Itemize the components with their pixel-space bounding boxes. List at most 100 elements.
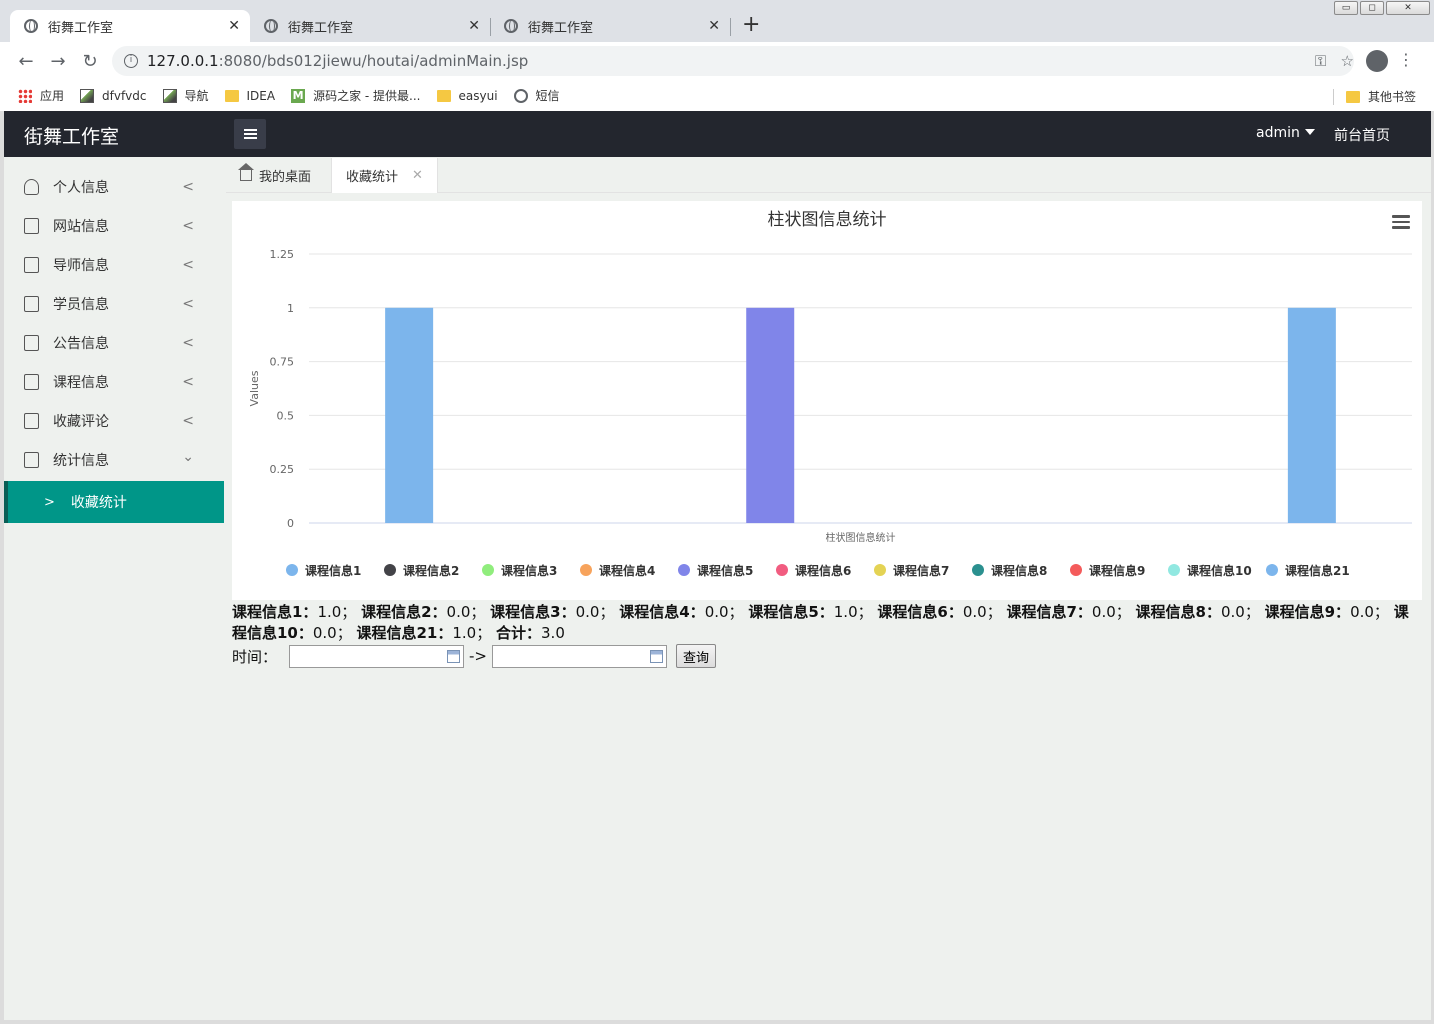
more-menu-icon[interactable]: ⋮ [1398, 50, 1414, 69]
legend-entry: 课程信息9 [1089, 563, 1145, 578]
sidebar-item-label: 学员信息 [53, 296, 109, 313]
minimize-button[interactable]: ▭ [1334, 1, 1358, 15]
document-icon [24, 256, 39, 273]
y-tick-label: 1.25 [270, 248, 295, 261]
info-icon[interactable]: i [124, 54, 138, 68]
bookmark-item[interactable]: 短信 [513, 87, 560, 104]
sidebar-item[interactable]: 学员信息 < [4, 284, 224, 323]
start-date-input[interactable] [289, 644, 465, 668]
bookmark-item[interactable]: easyui [436, 88, 498, 103]
bookmark-item[interactable]: dfvfvdc [80, 88, 147, 103]
y-axis-label: Values [248, 370, 261, 406]
menu-toggle-button[interactable] [234, 119, 266, 149]
bar-chart: 柱状图信息统计 0 0.25 0.5 0.75 1 1.25 Values 柱状图信息统计课程信… [248, 210, 1412, 578]
bookmark-item[interactable]: 应用 [18, 87, 64, 104]
legend-entry: 课程信息1 [305, 563, 361, 578]
range-separator: -> [469, 647, 487, 665]
user-menu[interactable]: admin [1256, 125, 1315, 141]
sidebar-item-label: 统计信息 [53, 452, 109, 469]
apps-icon [18, 88, 32, 103]
caret-down-icon [1304, 129, 1315, 135]
new-tab-icon[interactable]: + [742, 12, 760, 37]
bookmark-item[interactable]: IDEA [224, 89, 275, 103]
legend-marker [776, 564, 788, 576]
tab-separator [730, 18, 731, 36]
end-date-input[interactable] [492, 644, 667, 668]
chevron-down-icon: ⌄ [182, 449, 194, 465]
sidebar-item[interactable]: 课程信息 < [4, 362, 224, 401]
sidebar-subitem-active[interactable]: > 收藏统计 [4, 481, 224, 523]
sidebar-item[interactable]: 个人信息 < [4, 167, 224, 206]
summary-value: 1.0； [833, 603, 878, 621]
divider [1332, 88, 1334, 105]
sidebar-item[interactable]: 网站信息 < [4, 206, 224, 245]
sidebar-item[interactable]: 收藏评论 < [4, 401, 224, 440]
document-icon [24, 451, 39, 468]
front-page-link[interactable]: 前台首页 [1334, 125, 1390, 145]
legend-entry: 课程信息6 [795, 563, 851, 578]
legend-entry: 课程信息8 [991, 563, 1047, 578]
chevron-left-icon: < [182, 374, 194, 390]
legend-entry: 课程信息7 [893, 563, 949, 578]
key-star-icons[interactable]: ⚿ ☆ [1315, 52, 1354, 70]
browser-tab[interactable]: 街舞工作室 ✕ [10, 10, 250, 42]
close-tab-icon[interactable]: ✕ [228, 18, 240, 34]
other-bookmarks-label: 其他书签 [1367, 90, 1416, 104]
tab-title: 街舞工作室 [48, 20, 114, 36]
query-button[interactable]: 查询 [676, 644, 717, 668]
summary-key: 课程信息21： [356, 624, 453, 642]
tab-home[interactable]: 我的桌面 [226, 158, 325, 193]
user-name: admin [1256, 125, 1300, 141]
summary-key: 课程信息3： [490, 603, 576, 621]
calendar-icon[interactable] [447, 649, 461, 663]
bookmark-item[interactable]: 导航 [162, 87, 209, 104]
calendar-icon[interactable] [650, 649, 663, 663]
back-icon[interactable]: ← [10, 51, 42, 72]
summary-key: 课程信息6： [877, 603, 963, 621]
close-window-button[interactable]: ✕ [1386, 1, 1430, 15]
tab-strip: ▭ ◻ ✕ 街舞工作室 ✕ 街舞工作室 ✕ 街舞工作室 ✕ + [0, 0, 1434, 42]
tab-title: 街舞工作室 [528, 20, 594, 36]
bar-课程信息21 [1287, 307, 1336, 523]
close-tab-icon[interactable]: ✕ [468, 18, 480, 34]
chevron-left-icon: < [182, 218, 194, 234]
url-path: :8080/bds012jiewu/houtai/adminMain.jsp [218, 52, 529, 70]
bookmark-item[interactable]: M 源码之家 - 提供最... [291, 87, 421, 104]
other-bookmarks[interactable]: 其他书签 [1332, 88, 1416, 105]
summary-key: 课程信息5： [748, 603, 834, 621]
sidebar-item-label: 收藏评论 [53, 413, 109, 430]
sidebar-item[interactable]: 导师信息 < [4, 245, 224, 284]
summary-value: 0.0； [575, 603, 620, 621]
tab-label: 我的桌面 [259, 170, 312, 185]
close-tab-icon[interactable]: ✕ [708, 18, 720, 34]
bookmark-label: easyui [458, 88, 498, 103]
summary-key: 课程信息8： [1135, 603, 1221, 621]
tab-current[interactable]: 收藏统计 ✕ [331, 158, 438, 193]
summary-value: 0.0； [1350, 603, 1394, 621]
window-frame [0, 1020, 1434, 1024]
reload-icon[interactable]: ↻ [74, 51, 106, 72]
y-tick-label: 0 [287, 517, 294, 530]
forward-icon[interactable]: → [42, 51, 74, 72]
sidebar-item[interactable]: 统计信息 ⌄ [4, 440, 224, 479]
summary-value: 0.0； [312, 624, 357, 642]
profile-icon[interactable] [1366, 50, 1388, 72]
home-icon [238, 163, 254, 181]
document-icon [24, 334, 39, 351]
chart-menu-icon[interactable] [1392, 215, 1410, 232]
window-controls: ▭ ◻ ✕ [1332, 1, 1430, 15]
address-bar[interactable]: i 127.0.0.1:8080/bds012jiewu/houtai/admi… [112, 46, 1354, 76]
browser-tab[interactable]: 街舞工作室 ✕ [250, 10, 490, 42]
browser-tab[interactable]: 街舞工作室 ✕ [490, 10, 730, 42]
bookmark-label: 导航 [184, 89, 209, 103]
sidebar-item[interactable]: 公告信息 < [4, 323, 224, 362]
legend-marker [482, 564, 494, 576]
maximize-button[interactable]: ◻ [1360, 1, 1384, 15]
legend-marker [286, 564, 298, 576]
legend-entry: 课程信息5 [697, 563, 753, 578]
legend-entry: 课程信息4 [599, 563, 655, 578]
y-tick-label: 0.5 [277, 409, 295, 422]
close-icon[interactable]: ✕ [412, 168, 423, 183]
bookmarks-bar: 应用 dfvfvdc 导航 IDEA M 源码之家 - 提供最... easyui… [0, 80, 1434, 111]
folder-icon [436, 89, 451, 102]
